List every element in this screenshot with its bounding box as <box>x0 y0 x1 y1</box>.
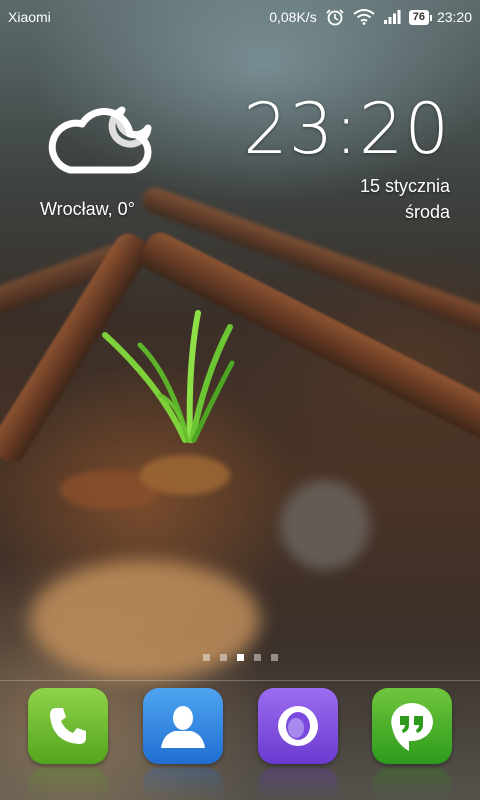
browser-ring-icon <box>278 706 318 746</box>
page-dot <box>219 654 227 661</box>
clock-time[interactable]: 23:20 <box>243 88 450 170</box>
clock-date: 15 stycznia <box>359 176 450 196</box>
page-dot <box>253 654 261 661</box>
app-reflection <box>143 768 223 800</box>
dock-divider <box>0 680 480 681</box>
carrier-label: Xiaomi <box>8 9 51 25</box>
dock-app-browser[interactable] <box>258 688 338 800</box>
page-dot <box>270 654 278 661</box>
blurred-stone <box>280 480 370 570</box>
person-silhouette-icon <box>161 706 205 748</box>
weather-location-temp[interactable]: Wrocław, 0° <box>40 199 135 220</box>
dry-leaf <box>140 455 230 495</box>
phone-handset-icon <box>50 708 86 744</box>
dock <box>0 688 480 800</box>
alarm-clock-icon <box>326 9 344 26</box>
page-dot <box>202 654 210 661</box>
dock-app-hangouts[interactable] <box>372 688 452 800</box>
blurred-leaf <box>30 560 260 680</box>
clock-date-block: 15 stycznia środa <box>360 173 450 225</box>
signal-bars-icon <box>383 10 401 24</box>
app-reflection <box>28 768 108 800</box>
app-reflection <box>258 768 338 800</box>
green-sprout <box>102 310 235 443</box>
battery-icon: 76 <box>408 9 433 25</box>
dock-app-contacts[interactable] <box>143 688 223 800</box>
status-indicators: 0,08K/s 76 23:20 <box>269 8 472 26</box>
status-bar[interactable]: Xiaomi 0,08K/s 76 23:20 <box>0 0 480 34</box>
app-reflection <box>372 768 452 800</box>
speech-bubble-quotes-icon <box>391 703 433 751</box>
cloud-moon-icon[interactable] <box>42 88 154 180</box>
dock-app-phone[interactable] <box>28 688 108 800</box>
wifi-icon <box>353 9 375 25</box>
status-time: 23:20 <box>436 9 472 25</box>
network-speed: 0,08K/s <box>269 9 317 25</box>
clock-weekday: środa <box>404 202 450 222</box>
page-dot-active <box>236 654 244 661</box>
page-indicator <box>0 654 480 661</box>
